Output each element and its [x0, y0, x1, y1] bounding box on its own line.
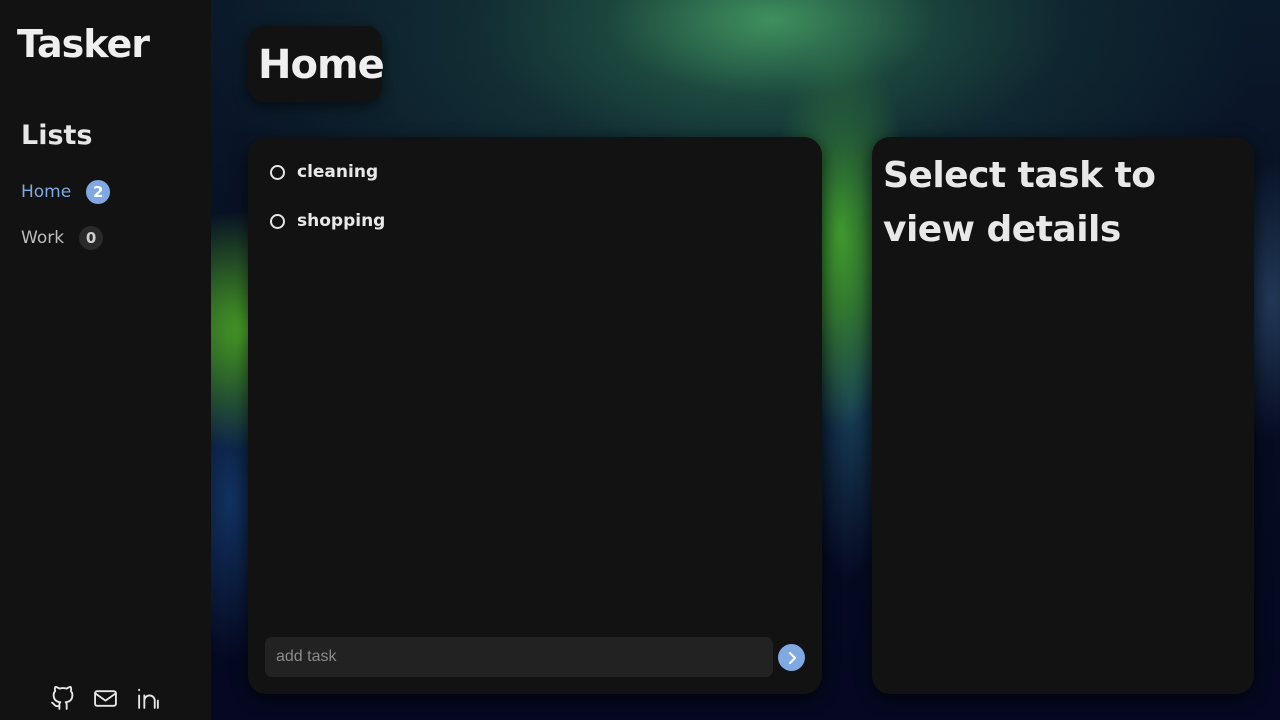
sidebar-item-home[interactable]: Home 2: [21, 180, 111, 204]
chevron-right-icon: [788, 651, 796, 664]
linkedin-icon[interactable]: [136, 686, 161, 711]
task-checkbox[interactable]: [270, 164, 285, 180]
task-list-panel: cleaning shopping: [248, 137, 822, 694]
sidebar-item-label: Work: [21, 228, 65, 248]
add-task-button[interactable]: [778, 644, 805, 671]
lists-heading: Lists: [21, 120, 93, 151]
page-title: Home: [258, 42, 385, 88]
add-task-input[interactable]: [265, 637, 773, 677]
sidebar: Tasker Lists Home 2 Work 0: [0, 0, 211, 720]
task-checkbox[interactable]: [270, 213, 285, 229]
task-name: shopping: [297, 211, 386, 231]
sidebar-item-work[interactable]: Work 0: [21, 226, 104, 250]
task-name: cleaning: [297, 162, 379, 182]
sidebar-item-label: Home: [21, 182, 72, 202]
app-logo: Tasker: [17, 22, 150, 66]
page-title-card: Home: [248, 26, 385, 102]
count-badge: 2: [86, 180, 111, 204]
social-links: [50, 686, 161, 711]
task-item[interactable]: shopping: [270, 211, 385, 231]
github-icon[interactable]: [50, 686, 75, 711]
mail-icon[interactable]: [93, 686, 118, 711]
count-badge: 0: [79, 226, 104, 250]
task-item[interactable]: cleaning: [270, 162, 378, 182]
details-empty-message: Select task to view details: [883, 155, 1156, 250]
task-details-panel: Select task to view details: [872, 137, 1254, 694]
